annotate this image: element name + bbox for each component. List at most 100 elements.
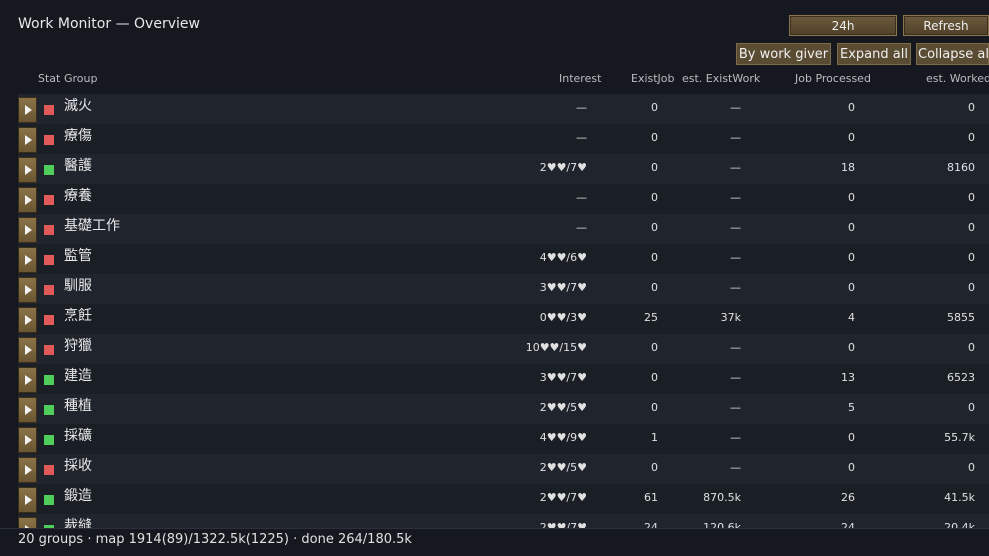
table-row[interactable]: 採收 2♥♥/5♥ 0 — 0 0 xyxy=(18,454,989,484)
exist-job-cell: 0 xyxy=(651,101,658,114)
table-row[interactable]: 醫護 2♥♥/7♥ 0 — 18 8160 xyxy=(18,154,989,184)
job-processed-cell: 0 xyxy=(848,281,855,294)
interest-cell: — xyxy=(576,101,587,114)
expand-row-button[interactable] xyxy=(18,247,37,273)
table-row[interactable]: 基礎工作 — 0 — 0 0 xyxy=(18,214,989,244)
expand-row-button[interactable] xyxy=(18,487,37,513)
expand-row-button[interactable] xyxy=(18,517,37,528)
est-worked-cell: 8160 xyxy=(947,161,975,174)
interest-cell: — xyxy=(576,131,587,144)
exist-job-cell: 0 xyxy=(651,131,658,144)
group-name: 鍛造 xyxy=(64,488,92,504)
exist-job-cell: 0 xyxy=(651,251,658,264)
table-row[interactable]: 療傷 — 0 — 0 0 xyxy=(18,124,989,154)
est-worked-cell: 0 xyxy=(968,461,975,474)
est-worked-cell: 0 xyxy=(968,131,975,144)
job-processed-cell: 0 xyxy=(848,251,855,264)
group-name: 基礎工作 xyxy=(64,218,120,234)
expand-row-button[interactable] xyxy=(18,277,37,303)
expand-row-button[interactable] xyxy=(18,127,37,153)
table-row[interactable]: 建造 3♥♥/7♥ 0 — 13 6523 xyxy=(18,364,989,394)
est-exist-work-cell: — xyxy=(730,431,741,444)
table-row[interactable]: 採礦 4♥♥/9♥ 1 — 0 55.7k xyxy=(18,424,989,454)
status-indicator xyxy=(44,225,54,235)
expand-row-button[interactable] xyxy=(18,457,37,483)
est-worked-cell: 6523 xyxy=(947,371,975,384)
status-indicator xyxy=(44,315,54,325)
est-exist-work-cell: 120.6k xyxy=(703,521,741,528)
expand-row-button[interactable] xyxy=(18,187,37,213)
expand-row-button[interactable] xyxy=(18,397,37,423)
table-row[interactable]: 裁縫 2♥♥/7♥ 24 120.6k 24 20.4k xyxy=(18,514,989,528)
header-stat: Stat xyxy=(38,72,61,85)
est-worked-cell: 0 xyxy=(968,341,975,354)
status-indicator xyxy=(44,195,54,205)
est-exist-work-cell: — xyxy=(730,461,741,474)
collapse-all-button[interactable]: Collapse all xyxy=(916,43,989,65)
est-worked-cell: 41.5k xyxy=(944,491,975,504)
exist-job-cell: 0 xyxy=(651,281,658,294)
interest-cell: — xyxy=(576,221,587,234)
table-row[interactable]: 種植 2♥♥/5♥ 0 — 5 0 xyxy=(18,394,989,424)
expand-row-button[interactable] xyxy=(18,367,37,393)
group-name: 馴服 xyxy=(64,278,92,294)
header-group: Group xyxy=(64,72,98,85)
est-worked-cell: 0 xyxy=(968,401,975,414)
job-processed-cell: 5 xyxy=(848,401,855,414)
exist-job-cell: 25 xyxy=(644,311,658,324)
group-name: 烹飪 xyxy=(64,308,92,324)
est-exist-work-cell: — xyxy=(730,251,741,264)
est-worked-cell: 0 xyxy=(968,101,975,114)
table-row[interactable]: 療養 — 0 — 0 0 xyxy=(18,184,989,214)
job-processed-cell: 0 xyxy=(848,191,855,204)
est-exist-work-cell: — xyxy=(730,161,741,174)
table-row[interactable]: 鍛造 2♥♥/7♥ 61 870.5k 26 41.5k xyxy=(18,484,989,514)
expand-row-button[interactable] xyxy=(18,157,37,183)
interest-cell: 2♥♥/5♥ xyxy=(539,401,587,414)
exist-job-cell: 0 xyxy=(651,461,658,474)
interest-cell: 0♥♥/3♥ xyxy=(539,311,587,324)
group-table: 滅火 —0—0 0 療傷 —0—0 0 醫護 2♥♥/7♥ 0—18 8160 療養 —0—0 0 基礎工… xyxy=(18,94,989,528)
by-work-giver-button[interactable]: By work giver xyxy=(736,43,831,65)
refresh-button[interactable]: Refresh xyxy=(903,15,989,36)
table-row[interactable]: 滅火 — 0 — 0 0 xyxy=(18,94,989,124)
status-footer: 20 groups · map 1914(89)/1322.5k(1225) ·… xyxy=(0,528,989,556)
expand-row-button[interactable] xyxy=(18,307,37,333)
job-processed-cell: 0 xyxy=(848,101,855,114)
est-worked-cell: 0 xyxy=(968,191,975,204)
status-indicator xyxy=(44,255,54,265)
table-row[interactable]: 烹飪 0♥♥/3♥ 25 37k 4 5855 xyxy=(18,304,989,334)
expand-all-button[interactable]: Expand all xyxy=(837,43,911,65)
est-worked-cell: 0 xyxy=(968,281,975,294)
est-exist-work-cell: — xyxy=(730,101,741,114)
group-name: 裁縫 xyxy=(64,518,92,528)
time-range-button[interactable]: 24h xyxy=(789,15,897,36)
expand-row-button[interactable] xyxy=(18,217,37,243)
table-row[interactable]: 馴服 3♥♥/7♥ 0 — 0 0 xyxy=(18,274,989,304)
status-indicator xyxy=(44,135,54,145)
est-exist-work-cell: — xyxy=(730,221,741,234)
status-indicator xyxy=(44,105,54,115)
status-indicator xyxy=(44,375,54,385)
expand-row-button[interactable] xyxy=(18,97,37,123)
expand-row-button[interactable] xyxy=(18,337,37,363)
est-exist-work-cell: — xyxy=(730,191,741,204)
interest-cell: 2♥♥/7♥ xyxy=(539,491,587,504)
est-exist-work-cell: — xyxy=(730,281,741,294)
table-row[interactable]: 監管 4♥♥/6♥ 0 — 0 0 xyxy=(18,244,989,274)
job-processed-cell: 0 xyxy=(848,461,855,474)
exist-job-cell: 0 xyxy=(651,401,658,414)
group-name: 療傷 xyxy=(64,128,92,144)
group-name: 醫護 xyxy=(64,158,92,174)
status-indicator xyxy=(44,345,54,355)
expand-row-button[interactable] xyxy=(18,427,37,453)
est-worked-cell: 5855 xyxy=(947,311,975,324)
exist-job-cell: 0 xyxy=(651,161,658,174)
est-worked-cell: 0 xyxy=(968,251,975,264)
table-row[interactable]: 狩獵 10♥♥/15♥ 0 — 0 0 xyxy=(18,334,989,364)
job-processed-cell: 0 xyxy=(848,221,855,234)
est-exist-work-cell: — xyxy=(730,371,741,384)
est-worked-cell: 0 xyxy=(968,221,975,234)
header-est-worked: est. Worked xyxy=(926,72,989,85)
exist-job-cell: 0 xyxy=(651,221,658,234)
